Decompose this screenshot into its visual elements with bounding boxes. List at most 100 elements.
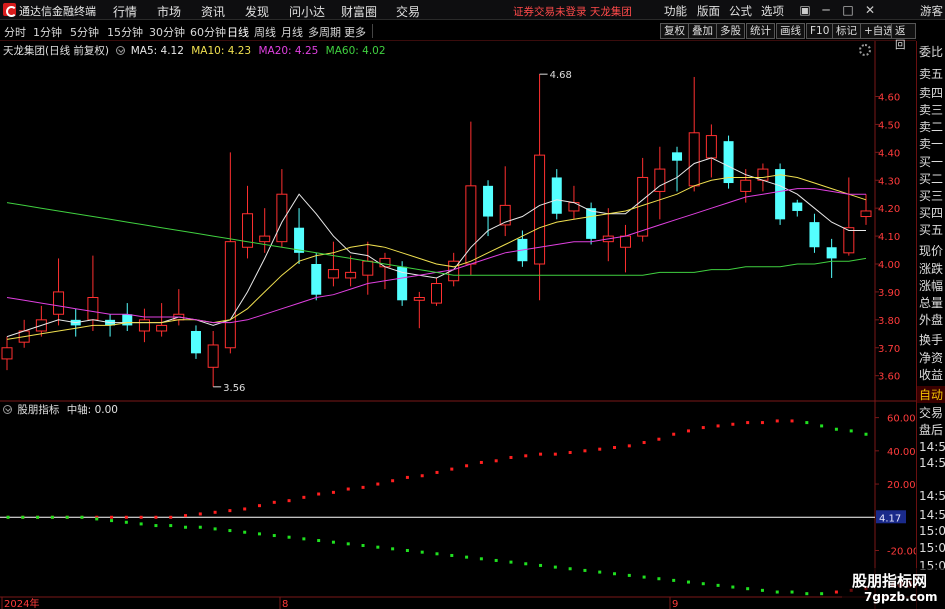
osc-upper-dot <box>331 490 335 494</box>
osc-upper-dot <box>701 426 705 430</box>
menu-item-market[interactable]: 行情 <box>113 3 137 20</box>
osc-upper-dot <box>820 424 824 428</box>
draw-line-button[interactable]: 画线 <box>776 23 805 39</box>
multi-stock-button[interactable]: 多股 <box>716 23 745 39</box>
tab-multi-period[interactable]: 多周期 <box>308 24 341 40</box>
watermark: 股朋指标网 7gpzb.com <box>842 568 945 609</box>
tab-separator <box>372 24 373 38</box>
candle-body <box>397 266 408 301</box>
menu-item-ask[interactable]: 问小达 <box>289 3 325 20</box>
trade-time: 15:00 <box>919 541 945 555</box>
price-axis-label: 4.40 <box>878 148 900 159</box>
osc-lower-dot <box>746 587 750 591</box>
osc-upper-dot <box>598 447 602 451</box>
stock-chart[interactable]: 4.60 4.50 4.40 4.30 4.20 4.10 4.00 3.90 3.80 3.70… <box>0 41 916 609</box>
menu-item-layout[interactable]: 版面 <box>697 3 720 19</box>
skin-icon[interactable]: ▣ <box>797 2 813 18</box>
osc-lower-dot <box>598 570 602 574</box>
collapse-icon[interactable] <box>116 46 126 55</box>
candle-body <box>619 235 631 248</box>
candle-body <box>138 319 150 332</box>
candle-body <box>345 271 357 279</box>
menu-item-wealth[interactable]: 财富圈 <box>341 3 377 20</box>
menu-item-options[interactable]: 选项 <box>761 3 784 19</box>
low-price-label: 3.56 <box>223 383 245 394</box>
menu-item-formula[interactable]: 公式 <box>729 3 752 19</box>
guest-login[interactable]: 游客 <box>920 3 943 19</box>
tab-1min[interactable]: 1分钟 <box>33 24 62 40</box>
quote-label: 买五 <box>919 223 944 237</box>
menu-item-exchange[interactable]: 市场 <box>157 3 181 20</box>
osc-lower-dot <box>198 525 202 529</box>
tab-trades[interactable]: 交易 <box>919 404 943 421</box>
current-value-label: 4.17 <box>879 513 901 524</box>
tab-intraday[interactable]: 分时 <box>4 24 26 40</box>
quote-label: 涨跌 <box>919 262 944 276</box>
osc-upper-dot <box>139 515 143 519</box>
adjust-button[interactable]: 复权 <box>660 23 689 39</box>
osc-upper-dot <box>272 500 276 504</box>
tab-15min[interactable]: 15分钟 <box>107 24 143 40</box>
osc-lower-dot <box>716 583 720 587</box>
maximize-icon[interactable]: □ <box>840 2 856 18</box>
osc-upper-dot <box>420 474 424 478</box>
close-icon[interactable]: ✕ <box>862 2 878 18</box>
osc-upper-dot <box>760 421 764 425</box>
tab-5min[interactable]: 5分钟 <box>70 24 99 40</box>
candle-body <box>327 269 339 279</box>
menu-item-discover[interactable]: 发现 <box>245 3 269 20</box>
osc-upper-dot <box>834 427 838 431</box>
menu-item-function[interactable]: 功能 <box>664 3 687 19</box>
tab-daily[interactable]: 日线 <box>227 24 249 40</box>
login-warning[interactable]: 证券交易未登录 天龙集团 <box>513 4 632 19</box>
quote-label: 现价 <box>919 244 944 258</box>
osc-upper-dot <box>775 419 779 423</box>
gear-icon[interactable] <box>859 44 871 56</box>
price-axis-label: 4.60 <box>878 93 900 104</box>
osc-lower-dot <box>243 530 247 534</box>
candle-body <box>207 344 219 368</box>
tab-after-hours[interactable]: 盘后 <box>919 421 943 438</box>
price-axis-label: 3.70 <box>878 344 900 355</box>
osc-lower-dot <box>834 590 838 594</box>
tab-30min[interactable]: 30分钟 <box>149 24 185 40</box>
osc-upper-dot <box>864 432 868 436</box>
back-button[interactable]: 返回 <box>891 23 916 51</box>
minimize-icon[interactable]: ─ <box>818 2 834 18</box>
osc-lower-dot <box>302 537 306 541</box>
f10-button[interactable]: F10 <box>806 23 834 39</box>
tab-monthly[interactable]: 月线 <box>281 24 303 40</box>
trade-time: 15:00 <box>919 524 945 538</box>
tab-more[interactable]: 更多 <box>344 24 366 40</box>
osc-upper-dot <box>805 421 809 425</box>
osc-upper-dot <box>746 421 750 425</box>
osc-lower-dot <box>361 544 365 548</box>
osc-upper-dot <box>672 432 676 436</box>
mark-button[interactable]: 标记 <box>832 23 861 39</box>
osc-lower-dot <box>790 590 794 594</box>
tab-60min[interactable]: 60分钟 <box>190 24 226 40</box>
osc-upper-dot <box>716 424 720 428</box>
osc-lower-dot <box>346 542 350 546</box>
osc-lower-dot <box>775 590 779 594</box>
quote-panel: 委比 卖五 卖四 卖三 卖二 卖一 买一 买二 买三 买四 买五 现价 涨跌 涨… <box>916 41 945 609</box>
indicator-name[interactable]: 股朋指标 <box>17 404 59 416</box>
menu-item-news[interactable]: 资讯 <box>201 3 225 20</box>
tab-weekly[interactable]: 周线 <box>254 24 276 40</box>
tab-auto[interactable]: 自动 <box>917 386 945 403</box>
overlay-button[interactable]: 叠加 <box>688 23 717 39</box>
menu-item-trade[interactable]: 交易 <box>396 3 420 20</box>
osc-upper-dot <box>228 509 232 513</box>
quote-label: 卖一 <box>919 137 944 151</box>
osc-lower-dot <box>820 592 824 596</box>
osc-lower-dot <box>686 580 690 584</box>
stock-label[interactable]: 天龙集团(日线 前复权) <box>3 45 109 57</box>
collapse-icon[interactable] <box>3 405 12 414</box>
osc-lower-dot <box>317 539 321 543</box>
period-tab-bar: 分时 1分钟 5分钟 15分钟 30分钟 60分钟 日线 周线 月线 多周期 更… <box>0 21 916 51</box>
osc-lower-dot <box>420 550 424 554</box>
osc-lower-dot <box>376 545 380 549</box>
stats-button[interactable]: 统计 <box>746 23 775 39</box>
osc-lower-dot <box>701 582 705 586</box>
quote-label: 外盘 <box>919 313 944 327</box>
